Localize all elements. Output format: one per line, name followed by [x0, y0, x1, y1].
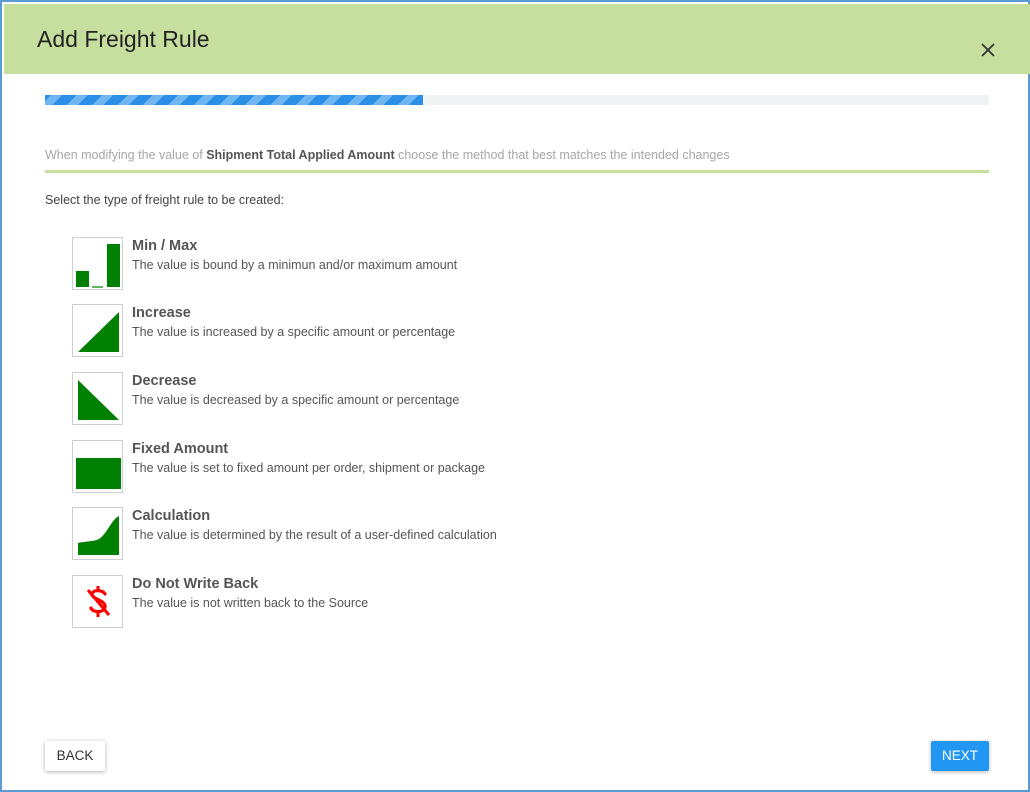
- increase-icon: [72, 304, 123, 357]
- close-icon: [981, 43, 995, 57]
- fixed-amount-icon: [72, 440, 123, 493]
- rule-title: Do Not Write Back: [132, 576, 259, 592]
- rule-description: The value is decreased by a specific amo…: [132, 393, 460, 407]
- rule-option-increase[interactable]: Increase The value is increased by a spe…: [72, 304, 672, 358]
- wizard-progress-fill: [45, 95, 423, 105]
- rule-description: The value is determined by the result of…: [132, 528, 497, 542]
- dialog-title: Add Freight Rule: [37, 26, 210, 52]
- calculation-icon: [72, 507, 123, 560]
- rule-option-fixed-amount[interactable]: Fixed Amount The value is set to fixed a…: [72, 440, 672, 494]
- instruction-suffix: choose the method that best matches the …: [394, 148, 730, 162]
- min-max-icon: [72, 237, 123, 290]
- close-button[interactable]: [979, 41, 997, 59]
- back-button[interactable]: BACK: [45, 741, 105, 771]
- no-dollar-icon: [72, 575, 123, 628]
- instruction-field: Shipment Total Applied Amount: [206, 148, 395, 162]
- rule-option-do-not-write-back[interactable]: Do Not Write Back The value is not writt…: [72, 575, 672, 629]
- rule-title: Increase: [132, 305, 191, 321]
- next-button[interactable]: NEXT: [931, 741, 989, 771]
- rule-description: The value is not written back to the Sou…: [132, 596, 369, 610]
- rule-option-calculation[interactable]: Calculation The value is determined by t…: [72, 507, 672, 561]
- rule-description: The value is bound by a minimun and/or m…: [132, 258, 458, 272]
- wizard-progress-bar: [45, 95, 989, 105]
- rule-title: Decrease: [132, 373, 197, 389]
- dialog-header: Add Freight Rule: [4, 4, 1030, 74]
- rule-description: The value is set to fixed amount per ord…: [132, 461, 485, 475]
- section-divider: [45, 170, 989, 173]
- rule-title: Fixed Amount: [132, 441, 229, 457]
- rule-option-min-max[interactable]: Min / Max The value is bound by a minimu…: [72, 237, 672, 291]
- instruction-text: When modifying the value of Shipment Tot…: [45, 148, 730, 162]
- decrease-icon: [72, 372, 123, 425]
- rule-option-decrease[interactable]: Decrease The value is decreased by a spe…: [72, 372, 672, 426]
- instruction-prefix: When modifying the value of: [45, 148, 207, 162]
- add-freight-rule-dialog: Add Freight Rule When modifying the valu…: [0, 0, 1030, 792]
- rule-title: Min / Max: [132, 238, 198, 254]
- select-type-label: Select the type of freight rule to be cr…: [45, 193, 285, 207]
- rule-title: Calculation: [132, 508, 211, 524]
- rule-description: The value is increased by a specific amo…: [132, 325, 456, 339]
